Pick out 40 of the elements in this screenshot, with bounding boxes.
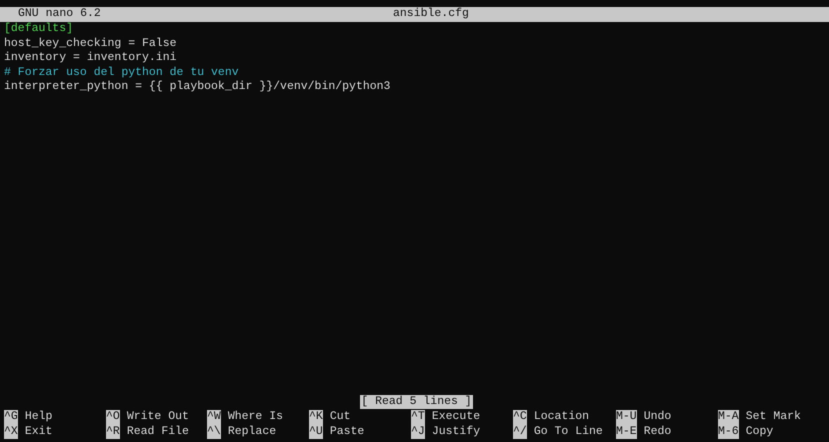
- code-line: # Forzar uso del python de tu venv: [4, 66, 239, 80]
- shortcut-label: Set Mark: [746, 410, 801, 424]
- shortcut-key: ^C: [513, 410, 527, 424]
- shortcut-label: Justify: [432, 424, 480, 439]
- shortcut-label: Redo: [644, 424, 672, 439]
- shortcut-key: ^T: [411, 410, 425, 424]
- shortcut-label: Execute: [432, 410, 480, 424]
- shortcut-label: Cut: [330, 410, 351, 424]
- shortcut-label: Write Out: [126, 410, 189, 424]
- code-line: [defaults]: [4, 22, 74, 36]
- program-version: GNU nano 6.2: [18, 7, 101, 22]
- shortcut-label: Paste: [330, 424, 364, 439]
- shortcut-key: ^K: [309, 410, 323, 424]
- shortcut-key: ^U: [309, 424, 323, 439]
- shortcut-key: ^O: [106, 410, 120, 424]
- shortcut-key: ^G: [4, 410, 18, 424]
- shortcut-label: Read File: [126, 424, 189, 439]
- shortcut-label: Location: [534, 410, 590, 424]
- shortcut-key: ^R: [106, 424, 120, 439]
- shortcut-label: Replace: [228, 424, 276, 439]
- code-line: host_key_checking = False: [4, 36, 177, 51]
- shortcut-label: Undo: [644, 410, 672, 424]
- shortcut-key: M-A: [718, 410, 739, 424]
- file-name: ansible.cfg: [393, 7, 469, 22]
- shortcut-key: M-6: [718, 424, 739, 439]
- shortcut-key: ^\: [207, 424, 221, 439]
- shortcut-key: M-E: [616, 424, 637, 439]
- code-line: inventory = inventory.ini: [4, 51, 177, 66]
- code-line: interpreter_python = {{ playbook_dir }}/venv/bin/python3: [4, 80, 390, 94]
- shortcut-label: Where Is: [228, 410, 284, 424]
- shortcut-key: M-U: [616, 410, 637, 424]
- shortcut-key: ^X: [4, 424, 18, 439]
- shortcut-label: Copy: [746, 424, 774, 439]
- shortcut-label: Help: [24, 410, 52, 424]
- shortcut-label: Go To Line: [534, 424, 603, 439]
- status-message: [ Read 5 lines ]: [360, 394, 473, 409]
- shortcut-key: ^J: [411, 424, 425, 439]
- shortcut-key: ^/: [513, 424, 527, 439]
- shortcut-label: Exit: [24, 424, 52, 439]
- shortcut-key: ^W: [207, 410, 221, 424]
